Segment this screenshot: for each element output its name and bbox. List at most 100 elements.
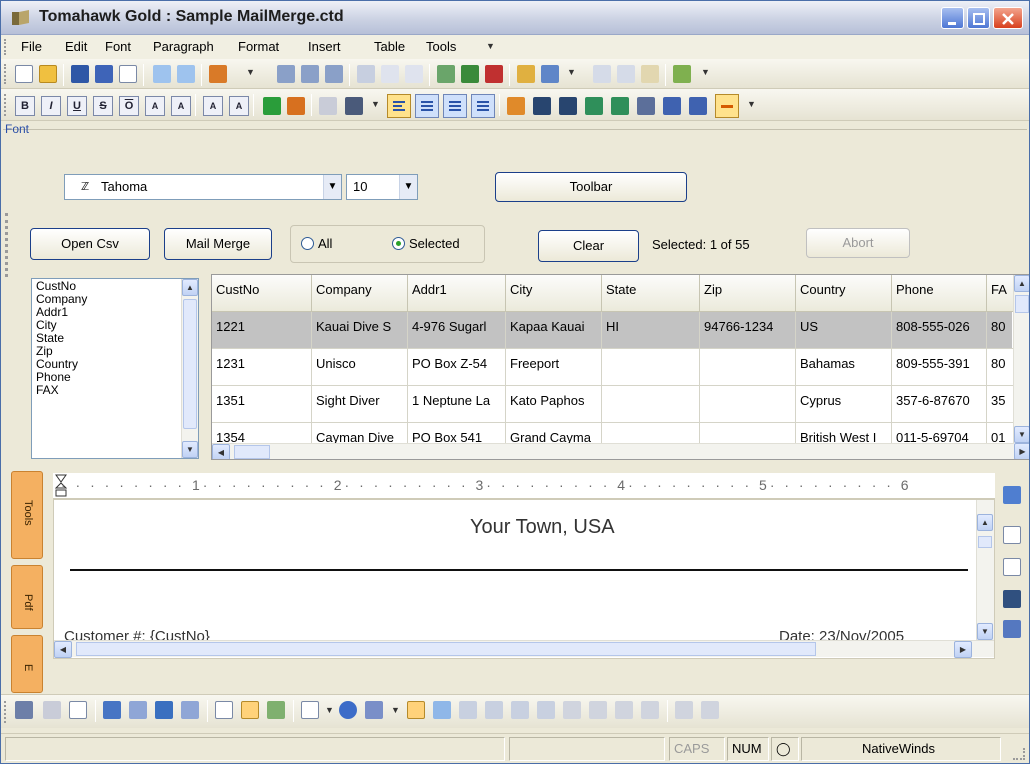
table-cell[interactable] [700,386,796,423]
table-cell[interactable] [602,386,700,423]
column-header-zip[interactable]: Zip [700,275,796,312]
table-cell[interactable] [602,349,700,386]
table-cell[interactable]: 1 Neptune La [408,386,506,423]
editor-vertical-scrollbar[interactable]: ▲ ▼ [976,500,994,640]
undo-icon[interactable] [381,65,399,83]
table-cell[interactable]: HI [602,312,700,349]
overline-icon[interactable]: O [119,96,139,116]
print-icon[interactable] [43,701,61,719]
scroll-down-icon[interactable]: ▼ [977,623,993,640]
toolbar-chevron-icon[interactable]: ▼ [246,67,255,89]
bookmark-icon[interactable] [485,65,503,83]
insert-row-below-icon[interactable] [589,701,607,719]
insert-object-icon[interactable] [517,65,535,83]
scroll-thumb[interactable] [76,642,816,656]
maximize-button[interactable] [967,7,990,29]
annotation-icon[interactable] [241,701,259,719]
open-folder-icon[interactable] [39,65,57,83]
menu-insert[interactable]: Insert [308,39,341,54]
table-cell[interactable]: Freeport [506,349,602,386]
column-header-city[interactable]: City [506,275,602,312]
page-view-icon[interactable] [215,701,233,719]
grammar-icon[interactable] [181,701,199,719]
table-shading-icon[interactable] [701,701,719,719]
tab-e[interactable]: E [11,635,43,693]
table-cell[interactable]: Sight Diver [312,386,408,423]
menu-table[interactable]: Table [374,39,405,54]
table-cell[interactable]: 809-555-391 [892,349,987,386]
print-preview-icon[interactable] [119,65,137,83]
toolbar-chevron-icon[interactable]: ▼ [391,705,400,727]
color-picker-icon[interactable] [209,65,227,83]
scroll-right-icon[interactable]: ▶ [1014,443,1029,459]
grow-font-icon[interactable]: A [203,96,223,116]
table-cell[interactable]: 4-976 Sugarl [408,312,506,349]
toolbar-chevron-icon[interactable]: ▼ [567,67,576,89]
save-icon[interactable] [71,65,89,83]
table-insert-icon[interactable] [433,701,451,719]
clear-button[interactable]: Clear [538,230,639,262]
table-cell[interactable]: 1351 [212,386,312,423]
text-box-icon[interactable] [1003,526,1021,544]
abort-button[interactable]: Abort [806,228,910,258]
indent-icon[interactable] [611,97,629,115]
table-cell[interactable]: 1221 [212,312,312,349]
field-list[interactable]: CustNo Company Addr1 City State Zip Country Pho… [31,278,199,459]
table-cell[interactable]: Kauai Dive S [312,312,408,349]
scroll-left-icon[interactable]: ◀ [54,641,72,658]
title-bar[interactable]: Tomahawk Gold : Sample MailMerge.ctd [1,1,1029,35]
column-header-state[interactable]: State [602,275,700,312]
bold-icon[interactable]: B [15,96,35,116]
column-header-country[interactable]: Country [796,275,892,312]
panel-grip[interactable] [5,213,11,277]
column-header-custno[interactable]: CustNo [212,275,312,312]
document-editor[interactable]: Your Town, USA Customer #: {CustNo} Date… [53,499,995,659]
table-cell[interactable]: Unisco [312,349,408,386]
radio-all[interactable] [301,237,314,250]
find-icon[interactable] [277,65,295,83]
menu-font[interactable]: Font [105,39,131,54]
scroll-thumb[interactable] [1015,295,1029,313]
scroll-thumb[interactable] [183,299,197,429]
bullets-icon[interactable] [533,97,551,115]
justify-button[interactable] [471,94,495,118]
thesaurus-icon[interactable] [177,65,195,83]
menu-edit[interactable]: Edit [65,39,87,54]
table-column-icon[interactable] [485,701,503,719]
spelling-icon[interactable] [129,701,147,719]
menu-tools[interactable]: Tools [426,39,456,54]
table-row-icon[interactable] [459,701,477,719]
highlight-icon[interactable] [263,97,281,115]
scroll-up-icon[interactable]: ▲ [182,279,198,296]
column-header-phone[interactable]: Phone [892,275,987,312]
cut-icon[interactable] [593,65,611,83]
list-field-icon[interactable] [1003,620,1021,638]
properties-icon[interactable] [15,701,33,719]
table-cell[interactable]: 357-6-87670 [892,386,987,423]
scroll-thumb[interactable] [978,536,992,548]
horizontal-ruler[interactable]: · · · · · · · · · 1· · · · · · · · · 2· … [53,473,995,499]
menu-paragraph[interactable]: Paragraph [153,39,214,54]
close-button[interactable] [993,7,1023,29]
menu-format[interactable]: Format [238,39,279,54]
hyperlink-icon[interactable] [461,65,479,83]
table-cell[interactable]: 1231 [212,349,312,386]
grid-view-icon[interactable] [407,701,425,719]
scroll-up-icon[interactable]: ▲ [1014,275,1029,292]
grid-horizontal-scrollbar[interactable]: ◀ [212,443,1014,459]
numbering-icon[interactable] [559,97,577,115]
table-cell[interactable] [700,349,796,386]
border-line-button[interactable] [715,94,739,118]
replace-icon[interactable] [301,65,319,83]
outline-icon[interactable] [585,97,603,115]
table-cell[interactable]: 94766-1234 [700,312,796,349]
scroll-left-icon[interactable]: ◀ [212,444,230,459]
table-cell[interactable]: PO Box Z-54 [408,349,506,386]
new-document-icon[interactable] [15,65,33,83]
superscript-icon[interactable]: A [145,96,165,116]
menu-file[interactable]: File [21,39,42,54]
font-size-combo[interactable]: 10 ▼ [346,174,418,200]
decrease-indent-icon[interactable] [663,97,681,115]
toolbar-grip[interactable] [4,701,7,723]
redo-icon[interactable] [405,65,423,83]
